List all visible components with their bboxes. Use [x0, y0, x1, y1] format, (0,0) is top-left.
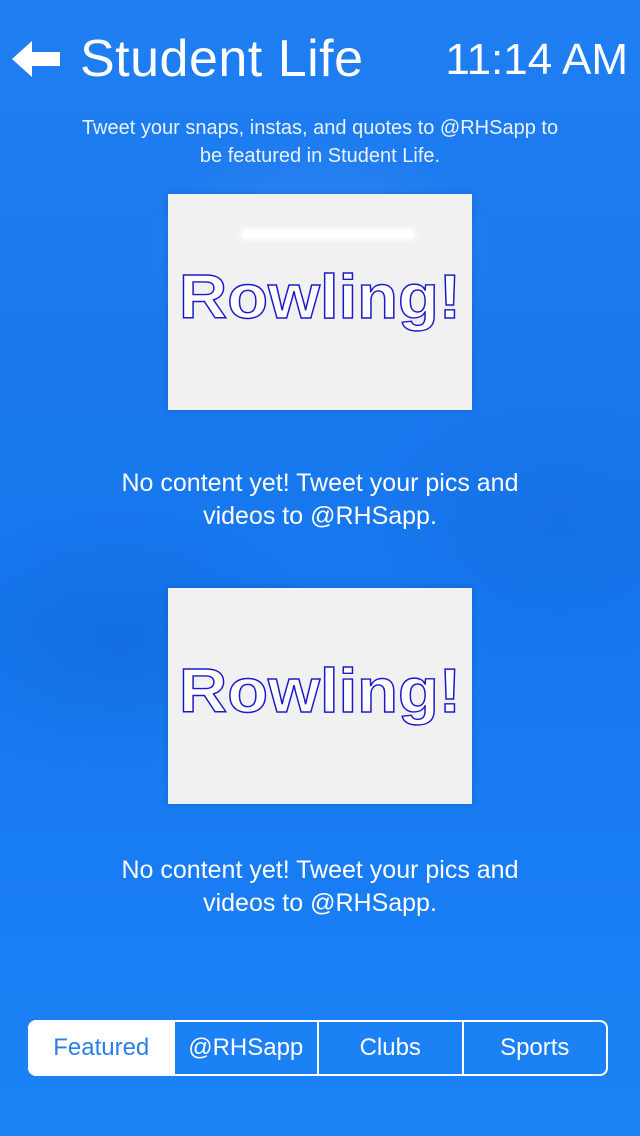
intro-line-2: be featured in Student Life. — [199, 145, 441, 167]
feed-image[interactable]: Rowling! — [168, 194, 472, 410]
back-button[interactable] — [8, 34, 64, 84]
rowling-logo-text: Rowling! — [179, 657, 461, 726]
arrow-left-icon — [12, 41, 60, 77]
intro-text: Tweet your snaps, instas, and quotes to … — [0, 114, 640, 170]
message-line-1: No content yet! Tweet your pics and — [121, 856, 519, 884]
message-line-2: videos to @RHSapp. — [203, 502, 437, 530]
rowling-logo: Rowling! — [178, 656, 461, 726]
tab-featured[interactable]: Featured — [30, 1022, 173, 1074]
clock-time: 11:14 AM — [445, 35, 628, 84]
tab-sports[interactable]: Sports — [461, 1022, 607, 1074]
tab-rhsapp[interactable]: @RHSapp — [172, 1022, 318, 1074]
intro-line-1: Tweet your snaps, instas, and quotes to … — [81, 117, 559, 139]
empty-state-message: No content yet! Tweet your pics and vide… — [0, 467, 640, 533]
segmented-control: Featured @RHSapp Clubs Sports — [28, 1020, 608, 1076]
rowling-logo-text: Rowling! — [179, 263, 461, 332]
tab-clubs[interactable]: Clubs — [317, 1022, 462, 1074]
feed-image[interactable]: Rowling! — [168, 588, 472, 804]
empty-state-message: No content yet! Tweet your pics and vide… — [0, 854, 640, 920]
message-line-2: videos to @RHSapp. — [203, 889, 437, 917]
background — [0, 0, 640, 1136]
page-title: Student Life — [80, 30, 364, 88]
rowling-logo: Rowling! — [178, 262, 461, 332]
header: Student Life 11:14 AM — [0, 18, 640, 102]
message-line-1: No content yet! Tweet your pics and — [121, 469, 519, 497]
